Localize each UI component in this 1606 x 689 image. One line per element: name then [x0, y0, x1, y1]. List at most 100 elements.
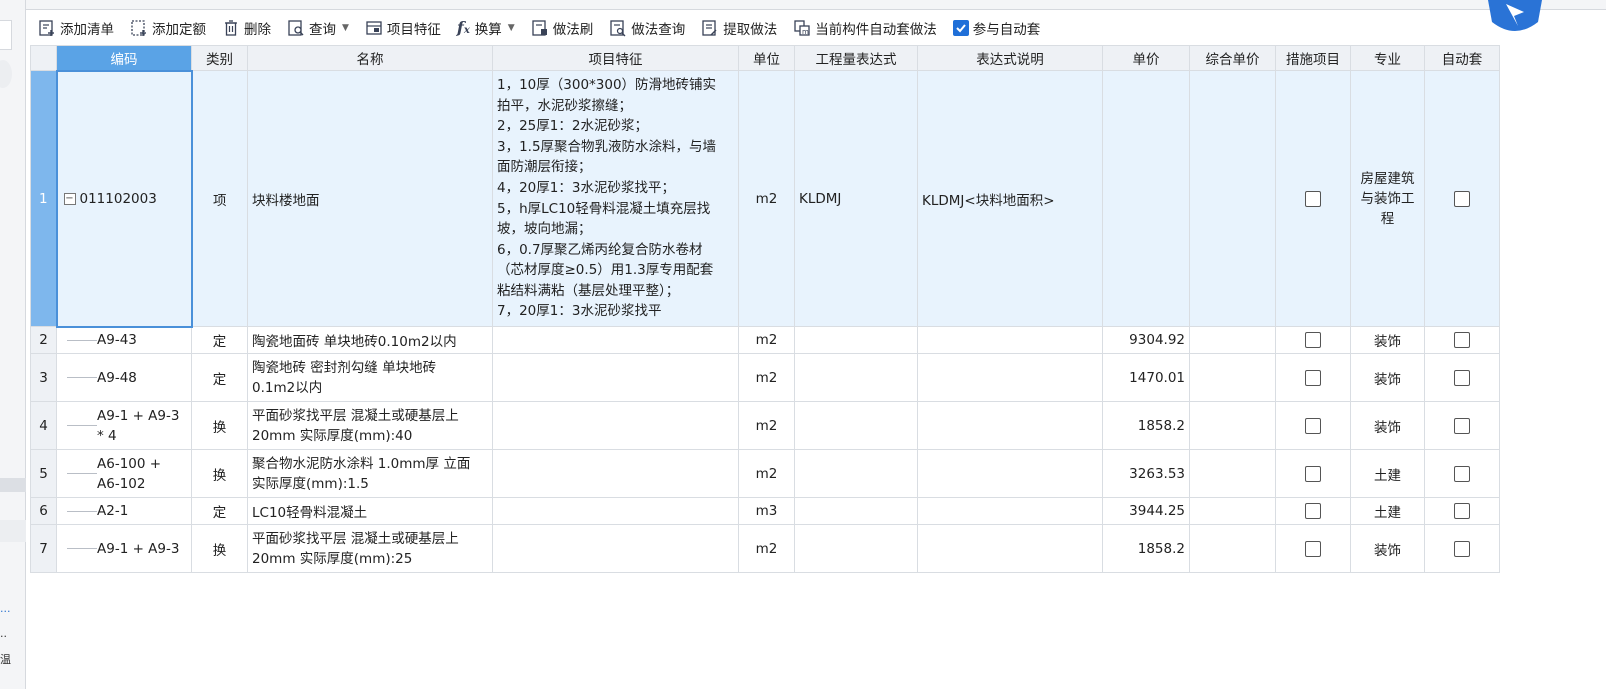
- left-panel-ellipsis-link[interactable]: ...: [0, 602, 11, 615]
- name-cell[interactable]: 平面砂浆找平层 混凝土或硬基层上 20mm 实际厚度(mm):25: [247, 524, 493, 573]
- add-quota-button[interactable]: 添加定额: [130, 18, 206, 38]
- type-cell[interactable]: 定: [191, 326, 248, 354]
- measure-item-cell[interactable]: [1275, 326, 1351, 354]
- total-price-cell[interactable]: [1189, 524, 1276, 573]
- method-query-button[interactable]: 做法查询: [609, 18, 685, 38]
- expression-cell[interactable]: [794, 449, 918, 498]
- measure-item-cell[interactable]: [1275, 524, 1351, 573]
- column-header-code[interactable]: 编码: [56, 45, 192, 71]
- row-number[interactable]: 3: [30, 353, 57, 402]
- convert-dropdown-button[interactable]: fx 换算 ▼: [457, 18, 515, 38]
- expression-desc-cell[interactable]: [917, 524, 1103, 573]
- row-number[interactable]: 6: [30, 497, 57, 525]
- feature-cell[interactable]: [492, 353, 739, 402]
- auto-set-cell[interactable]: [1424, 70, 1500, 327]
- price-cell[interactable]: 3944.25: [1102, 497, 1190, 525]
- measure-item-checkbox[interactable]: [1305, 540, 1321, 557]
- type-cell[interactable]: 定: [191, 497, 248, 525]
- unit-cell[interactable]: m2: [738, 524, 795, 573]
- expression-desc-cell[interactable]: KLDMJ<块料地面积>: [917, 70, 1103, 327]
- row-number[interactable]: 2: [30, 326, 57, 354]
- specialty-cell[interactable]: 装饰: [1350, 353, 1425, 402]
- specialty-cell[interactable]: 装饰: [1350, 524, 1425, 573]
- delete-button[interactable]: 删除: [222, 18, 271, 38]
- row-number[interactable]: 4: [30, 401, 57, 450]
- type-cell[interactable]: 项: [191, 70, 248, 327]
- feature-cell[interactable]: [492, 524, 739, 573]
- column-header-unit[interactable]: 单位: [738, 45, 795, 71]
- participate-auto-checkbox[interactable]: 参与自动套: [952, 18, 1040, 38]
- name-cell[interactable]: 陶瓷地砖 密封剂勾缝 单块地砖 0.1m2以内: [247, 353, 493, 402]
- measure-item-checkbox[interactable]: [1305, 503, 1321, 519]
- extract-method-button[interactable]: 提取做法: [701, 18, 777, 38]
- type-cell[interactable]: 定: [191, 353, 248, 402]
- column-header-measure-item[interactable]: 措施项目: [1275, 45, 1351, 71]
- total-price-cell[interactable]: [1189, 401, 1276, 450]
- item-feature-button[interactable]: 项目特征: [365, 18, 441, 38]
- name-cell[interactable]: 块料楼地面: [247, 70, 493, 327]
- auto-set-checkbox[interactable]: [1454, 369, 1470, 386]
- auto-set-cell[interactable]: [1424, 497, 1500, 525]
- column-header-price[interactable]: 单价: [1102, 45, 1190, 71]
- auto-set-cell[interactable]: [1424, 353, 1500, 402]
- expression-desc-cell[interactable]: [917, 401, 1103, 450]
- unit-cell[interactable]: m2: [738, 70, 795, 327]
- feature-cell[interactable]: [492, 401, 739, 450]
- auto-set-cell[interactable]: [1424, 449, 1500, 498]
- measure-item-cell[interactable]: [1275, 353, 1351, 402]
- type-cell[interactable]: 换: [191, 524, 248, 573]
- row-number[interactable]: 5: [30, 449, 57, 498]
- total-price-cell[interactable]: [1189, 497, 1276, 525]
- auto-set-current-button[interactable]: m 当前构件自动套做法: [793, 18, 937, 38]
- expression-desc-cell[interactable]: [917, 326, 1103, 354]
- feature-cell[interactable]: [492, 326, 739, 354]
- collapse-icon[interactable]: −: [63, 192, 76, 205]
- method-brush-button[interactable]: 做法刷: [531, 18, 593, 38]
- price-cell[interactable]: 1858.2: [1102, 524, 1190, 573]
- query-dropdown-button[interactable]: 查询 ▼: [287, 18, 349, 38]
- specialty-cell[interactable]: 装饰: [1350, 401, 1425, 450]
- feature-cell[interactable]: [492, 449, 739, 498]
- specialty-cell[interactable]: 土建: [1350, 497, 1425, 525]
- table-row-1[interactable]: 1 − 011102003 项 块料楼地面 1，10厚（300*300）防滑地砖…: [30, 69, 1500, 328]
- price-cell[interactable]: [1102, 70, 1190, 327]
- auto-set-checkbox[interactable]: [1454, 540, 1470, 557]
- left-panel-round-button[interactable]: [0, 60, 12, 88]
- auto-set-checkbox[interactable]: [1454, 465, 1470, 482]
- table-row-3[interactable]: 3 A9-48 定 陶瓷地砖 密封剂勾缝 单块地砖 0.1m2以内 m2 1470…: [30, 353, 1500, 402]
- unit-cell[interactable]: m2: [738, 353, 795, 402]
- price-cell[interactable]: 1470.01: [1102, 353, 1190, 402]
- table-row-7[interactable]: 7 A9-1 + A9-3 换 平面砂浆找平层 混凝土或硬基层上 20mm 实际厚…: [30, 524, 1500, 573]
- total-price-cell[interactable]: [1189, 70, 1276, 327]
- total-price-cell[interactable]: [1189, 326, 1276, 354]
- column-header-feature[interactable]: 项目特征: [492, 45, 739, 71]
- expression-cell[interactable]: [794, 401, 918, 450]
- measure-item-checkbox[interactable]: [1305, 417, 1321, 434]
- auto-set-checkbox[interactable]: [1454, 417, 1470, 434]
- expression-cell[interactable]: [794, 497, 918, 525]
- total-price-cell[interactable]: [1189, 353, 1276, 402]
- auto-set-checkbox[interactable]: [1454, 503, 1470, 519]
- column-header-auto-set[interactable]: 自动套: [1424, 45, 1500, 71]
- auto-set-checkbox[interactable]: [1454, 332, 1470, 348]
- row-number[interactable]: 7: [30, 524, 57, 573]
- measure-item-checkbox[interactable]: [1305, 190, 1321, 207]
- code-cell[interactable]: A9-48: [56, 353, 192, 402]
- column-header-expression[interactable]: 工程量表达式: [794, 45, 918, 71]
- code-cell[interactable]: A9-1 + A9-3 * 4: [56, 401, 192, 450]
- measure-item-checkbox[interactable]: [1305, 369, 1321, 386]
- measure-item-checkbox[interactable]: [1305, 332, 1321, 348]
- auto-set-checkbox[interactable]: [1454, 190, 1470, 207]
- code-cell[interactable]: A6-100 + A6-102: [56, 449, 192, 498]
- measure-item-cell[interactable]: [1275, 70, 1351, 327]
- name-cell[interactable]: LC10轻骨料混凝土: [247, 497, 493, 525]
- add-list-button[interactable]: 添加清单: [38, 18, 114, 38]
- column-header-name[interactable]: 名称: [247, 45, 493, 71]
- measure-item-cell[interactable]: [1275, 497, 1351, 525]
- column-header-type[interactable]: 类别: [191, 45, 248, 71]
- expression-cell[interactable]: [794, 353, 918, 402]
- name-cell[interactable]: 陶瓷地面砖 单块地砖0.10m2以内: [247, 326, 493, 354]
- expression-desc-cell[interactable]: [917, 353, 1103, 402]
- unit-cell[interactable]: m2: [738, 401, 795, 450]
- table-row-2[interactable]: 2 A9-43 定 陶瓷地面砖 单块地砖0.10m2以内 m2 9304.92 …: [30, 326, 1500, 354]
